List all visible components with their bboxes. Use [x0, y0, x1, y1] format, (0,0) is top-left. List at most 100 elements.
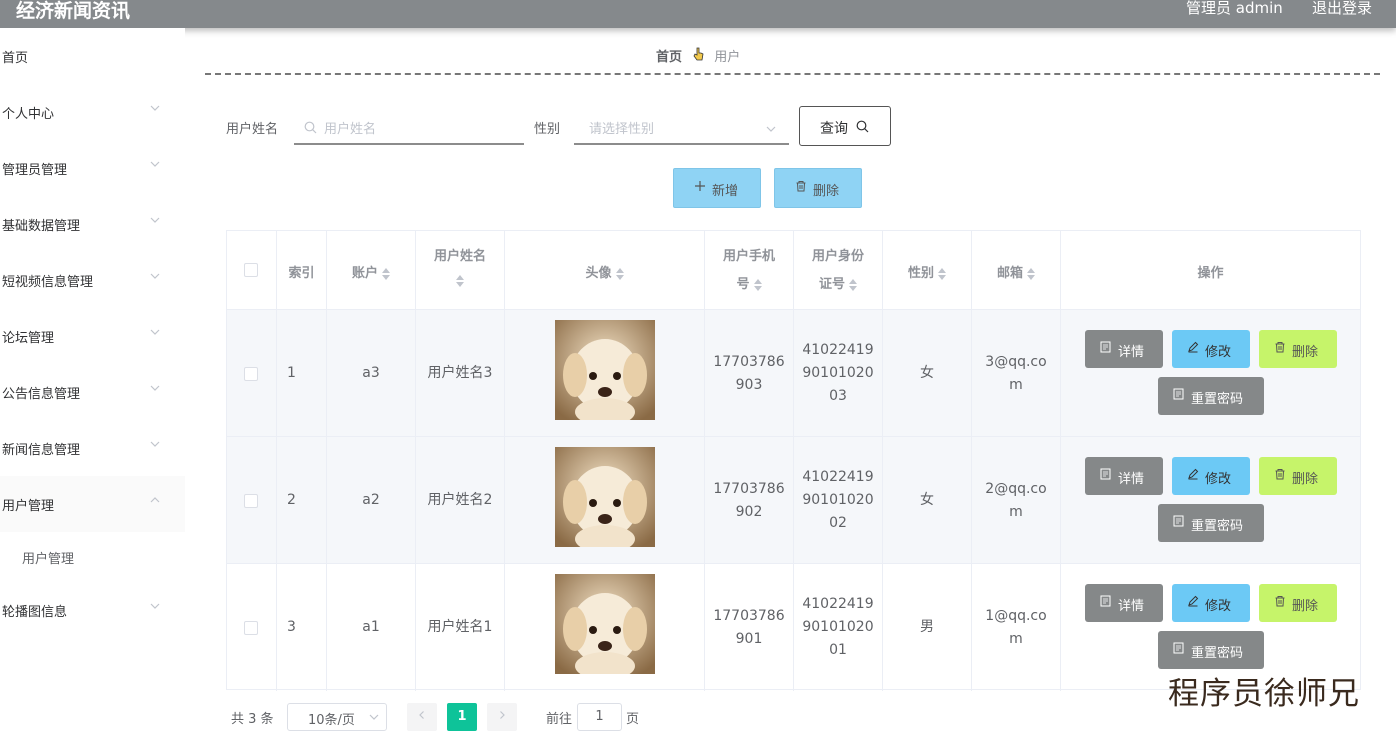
sort-icon[interactable]: [849, 278, 857, 291]
delete-button[interactable]: 删除: [1259, 457, 1337, 495]
detail-button[interactable]: 详情: [1085, 457, 1163, 495]
sidebar-subitem-user-manage[interactable]: 用户管理: [0, 532, 185, 582]
chevron-down-icon: [150, 383, 160, 393]
delete-button[interactable]: 删除: [1259, 330, 1337, 368]
sort-icon[interactable]: [382, 267, 390, 280]
avatar[interactable]: [555, 447, 655, 547]
batch-delete-button[interactable]: 删除: [774, 168, 862, 208]
reset-password-button[interactable]: 重置密码: [1158, 504, 1264, 542]
page-size-select[interactable]: 10条/页: [287, 703, 387, 731]
sidebar-item-personal-center[interactable]: 个人中心: [0, 84, 185, 140]
select-all-checkbox[interactable]: [244, 263, 258, 277]
avatar[interactable]: [555, 320, 655, 420]
edit-button[interactable]: 修改: [1172, 457, 1250, 495]
search-icon: [304, 119, 317, 138]
admin-label: 管理员 admin: [1186, 0, 1283, 17]
cell-email: 3@qq.co m: [972, 310, 1061, 437]
row-id-3: 02: [829, 515, 847, 531]
app-title: 经济新闻资讯: [16, 0, 131, 22]
header-name[interactable]: 用户姓名: [416, 231, 505, 309]
row-name: 用户姓名2: [427, 492, 493, 508]
sidebar-item-base-data[interactable]: 基础数据管理: [0, 196, 185, 252]
header-gender[interactable]: 性别: [883, 231, 972, 309]
add-button-label: 新增: [712, 184, 739, 199]
row-email: 2@qq.co: [985, 481, 1047, 497]
header-email[interactable]: 邮箱: [972, 231, 1061, 309]
trash-icon: [1274, 341, 1286, 356]
query-button[interactable]: 查询: [799, 106, 891, 146]
sort-icon[interactable]: [456, 274, 464, 287]
row-email: 1@qq.co: [985, 608, 1047, 624]
trash-icon: [795, 180, 807, 196]
cell-avatar: [505, 310, 705, 437]
header-index: 索引: [277, 231, 327, 309]
row-account: a2: [362, 492, 380, 508]
prev-page-button[interactable]: [407, 703, 437, 731]
reset-password-button[interactable]: 重置密码: [1158, 377, 1264, 415]
sort-icon[interactable]: [753, 278, 762, 291]
name-search-input[interactable]: 用户姓名: [294, 108, 524, 145]
avatar[interactable]: [555, 574, 655, 674]
add-button[interactable]: 新增: [673, 168, 761, 208]
cell-gender: 女: [883, 437, 972, 564]
breadcrumb-home[interactable]: 首页: [656, 50, 682, 65]
cell-index: 3: [277, 564, 327, 691]
row-email-2: m: [1009, 631, 1023, 647]
row-id-3: 01: [829, 642, 847, 658]
top-header: 经济新闻资讯 管理员 admin 退出登录: [0, 0, 1396, 28]
chevron-down-icon: [150, 103, 160, 113]
chevron-left-icon: [419, 711, 424, 719]
chevron-down-icon: [368, 711, 380, 727]
cell-account: a2: [327, 437, 416, 564]
pencil-icon: [1187, 468, 1199, 483]
header-phone[interactable]: 用户手机 号: [705, 231, 794, 309]
row-checkbox[interactable]: [244, 494, 258, 508]
detail-button[interactable]: 详情: [1085, 330, 1163, 368]
header-index-label: 索引: [288, 266, 315, 281]
header-avatar[interactable]: 头像: [505, 231, 705, 309]
sort-icon[interactable]: [1027, 267, 1035, 280]
trash-icon: [1274, 595, 1286, 610]
page-suffix: 页: [626, 712, 640, 727]
sort-icon[interactable]: [938, 267, 946, 280]
edit-button[interactable]: 修改: [1172, 584, 1250, 622]
next-page-button[interactable]: [487, 703, 517, 731]
sidebar-item-label: 用户管理: [2, 499, 55, 514]
delete-button[interactable]: 删除: [1259, 584, 1337, 622]
sidebar-item-admin-manage[interactable]: 管理员管理: [0, 140, 185, 196]
header-gender-label: 性别: [907, 266, 934, 281]
trash-icon: [1274, 468, 1286, 483]
sort-icon[interactable]: [615, 267, 624, 280]
header-id-label-2: 证号: [818, 277, 845, 292]
detail-button[interactable]: 详情: [1085, 584, 1163, 622]
row-checkbox[interactable]: [244, 621, 258, 635]
header-name-label: 用户姓名: [433, 249, 486, 264]
logout-link[interactable]: 退出登录: [1312, 0, 1372, 18]
cell-name: 用户姓名3: [416, 310, 505, 437]
sidebar-item-notice[interactable]: 公告信息管理: [0, 364, 185, 420]
sidebar-item-home[interactable]: 首页: [0, 28, 185, 84]
cell-select: [227, 437, 277, 564]
header-account[interactable]: 账户: [327, 231, 416, 309]
chevron-right-icon: [500, 711, 505, 719]
header-account-label: 账户: [351, 266, 378, 281]
gender-select[interactable]: 请选择性别: [574, 108, 789, 145]
sidebar-item-forum[interactable]: 论坛管理: [0, 308, 185, 364]
sidebar-item-carousel[interactable]: 轮播图信息: [0, 582, 185, 638]
sidebar-item-user-manage[interactable]: 用户管理: [0, 476, 185, 532]
page-number-current[interactable]: 1: [447, 703, 477, 731]
row-id-1: 41022419: [802, 469, 874, 485]
edit-button[interactable]: 修改: [1172, 330, 1250, 368]
sidebar-item-news[interactable]: 新闻信息管理: [0, 420, 185, 476]
sidebar-item-short-video[interactable]: 短视频信息管理: [0, 252, 185, 308]
row-checkbox[interactable]: [244, 367, 258, 381]
goto-page-input[interactable]: 1: [577, 703, 622, 731]
row-phone: 17703786: [713, 354, 785, 370]
reset-password-button[interactable]: 重置密码: [1158, 631, 1264, 669]
row-email-2: m: [1009, 504, 1023, 520]
cell-account: a1: [327, 564, 416, 691]
name-search-placeholder: 用户姓名: [324, 122, 377, 137]
header-id-number[interactable]: 用户身份 证号: [794, 231, 883, 309]
row-index: 1: [287, 365, 296, 381]
detail-button-label: 详情: [1118, 599, 1145, 614]
